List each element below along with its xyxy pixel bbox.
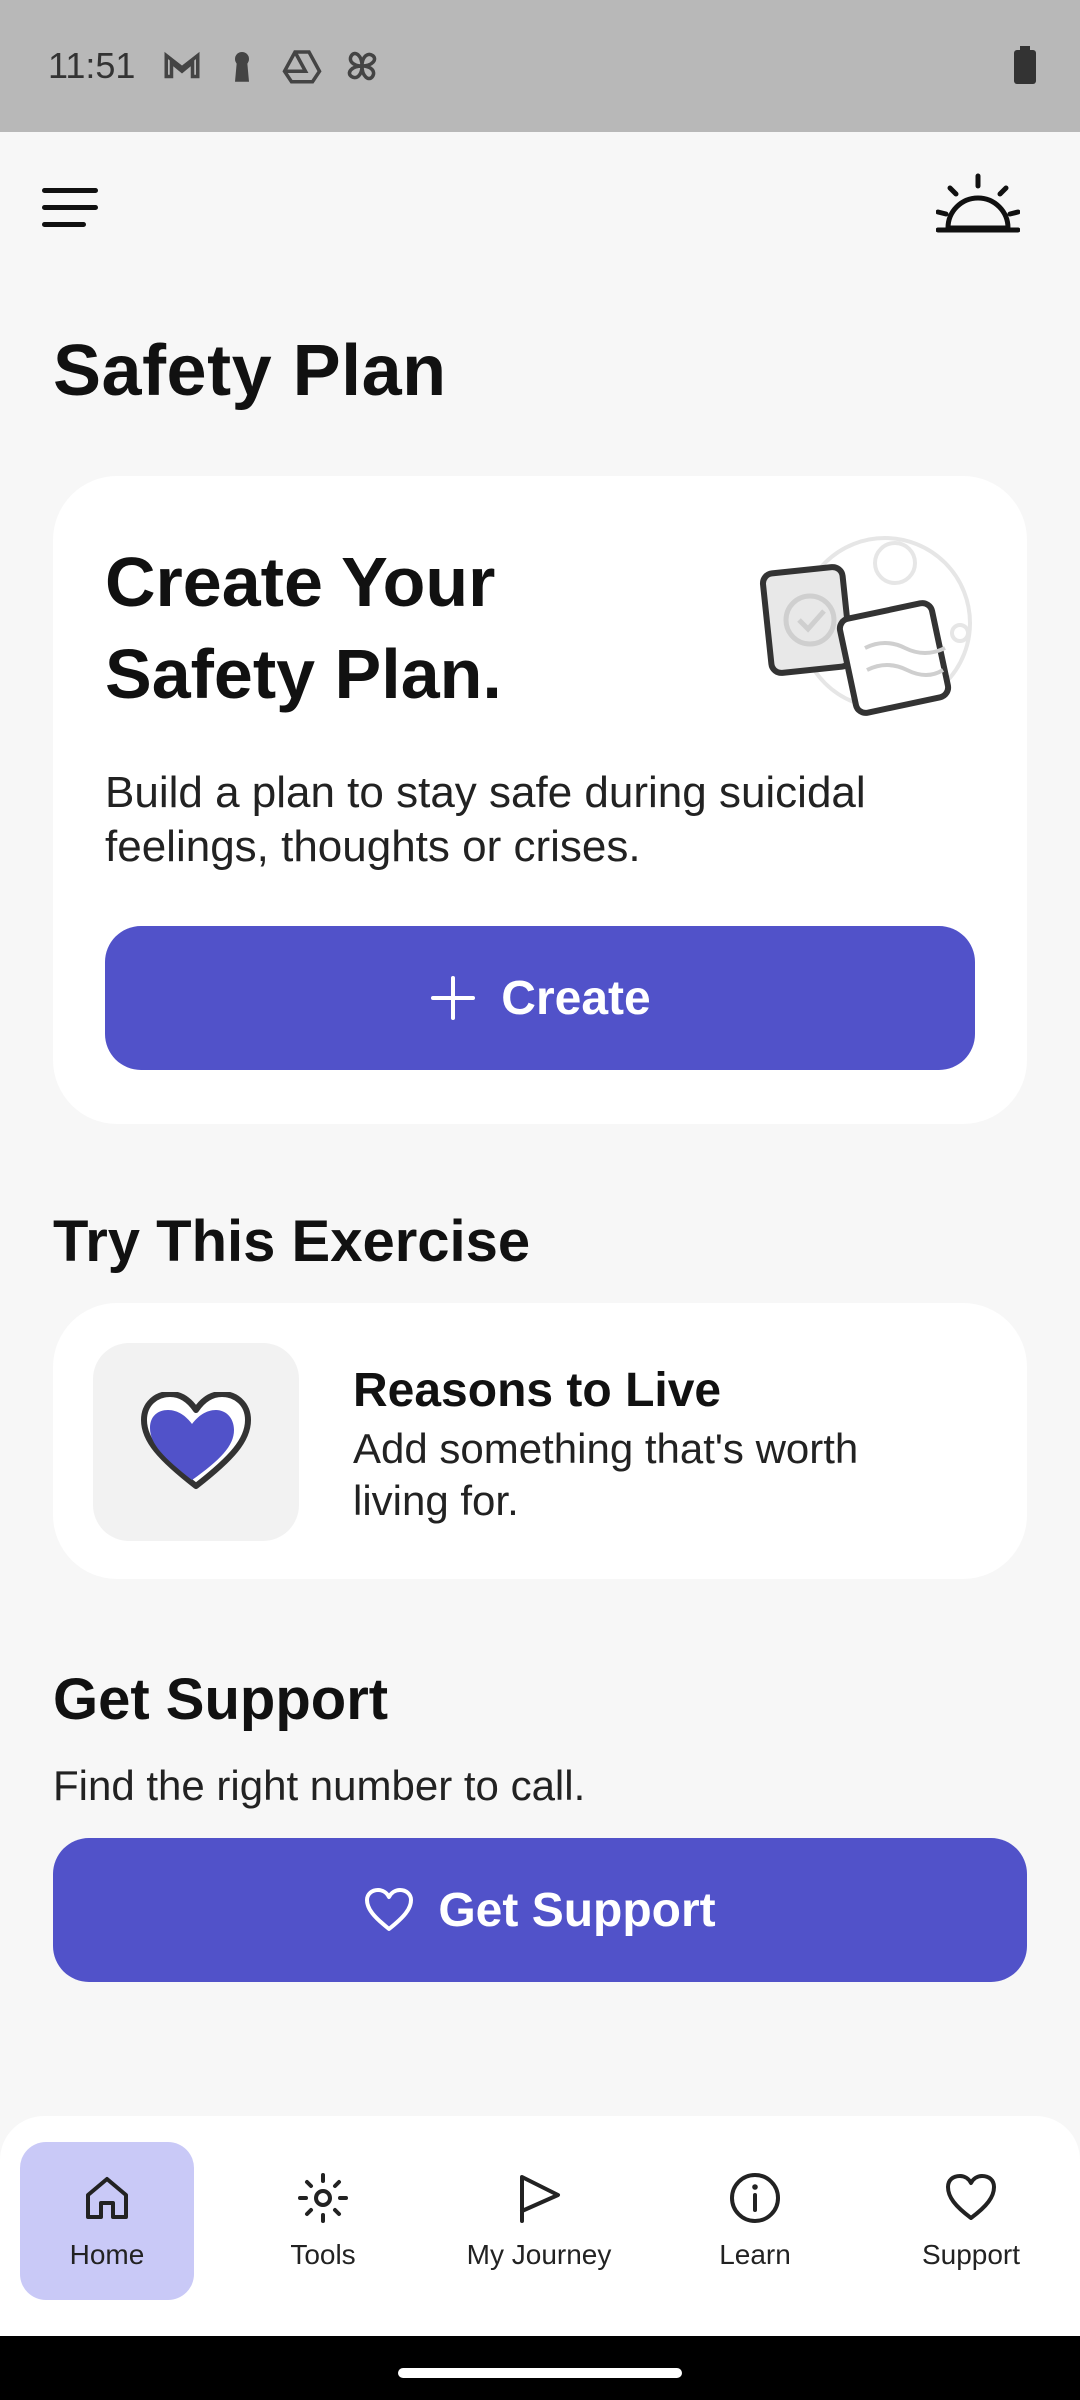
battery-icon	[1014, 46, 1036, 84]
nav-item-tools[interactable]: Tools	[236, 2142, 410, 2300]
get-support-button[interactable]: Get Support	[53, 1838, 1027, 1982]
create-card-heading-line2: Safety Plan.	[105, 635, 502, 713]
support-description: Find the right number to call.	[53, 1762, 586, 1809]
plus-icon	[431, 976, 476, 1020]
exercise-title: Reasons to Live	[353, 1364, 722, 1417]
bottom-navigation: Home Tools My Journey Learn Support	[0, 2116, 1080, 2336]
nav-item-my-journey[interactable]: My Journey	[452, 2142, 626, 2300]
nav-item-home[interactable]: Home	[20, 2142, 194, 2300]
create-button[interactable]: Create	[105, 926, 975, 1070]
notification-icons	[161, 45, 383, 87]
nav-label-my-journey: My Journey	[466, 2239, 612, 2270]
status-bar: 11:51	[0, 0, 1080, 132]
exercise-thumbnail	[93, 1343, 299, 1541]
nav-item-learn[interactable]: Learn	[668, 2142, 842, 2300]
get-support-button-label: Get Support	[438, 1883, 716, 1937]
menu-icon[interactable]	[40, 184, 102, 232]
heart-icon	[141, 1392, 251, 1489]
nav-label-home: Home	[69, 2239, 145, 2270]
safety-plan-illustration	[759, 536, 972, 716]
flag-icon	[520, 2175, 560, 2223]
drive-icon	[282, 50, 322, 84]
exercise-section-title: Try This Exercise	[53, 1209, 531, 1274]
home-icon	[86, 2177, 128, 2219]
status-time: 11:51	[48, 45, 136, 86]
create-card-heading: Create Your Safety Plan.	[105, 536, 625, 720]
sunrise-icon[interactable]	[936, 172, 1020, 240]
gmail-icon	[164, 51, 200, 79]
keyhole-icon	[235, 52, 250, 82]
nav-label-support: Support	[921, 2239, 1021, 2270]
page-title: Safety Plan	[53, 331, 447, 411]
create-button-label: Create	[501, 971, 651, 1025]
create-safety-plan-card: Create Your Safety Plan. Build a plan to…	[53, 476, 1027, 1124]
nav-item-support[interactable]: Support	[884, 2142, 1058, 2300]
exercise-description: Add something that's worth living for.	[353, 1425, 859, 1524]
info-icon	[730, 2173, 780, 2223]
create-card-description: Build a plan to stay safe during suicida…	[105, 768, 866, 871]
nav-label-tools: Tools	[290, 2239, 356, 2270]
heart-outline-icon	[365, 1888, 414, 1931]
create-card-heading-line1: Create Your	[105, 543, 496, 621]
app-bar	[0, 132, 1080, 282]
sun-icon	[298, 2173, 348, 2223]
support-section-title: Get Support	[53, 1667, 389, 1732]
pinwheel-icon	[348, 51, 377, 81]
nav-label-learn: Learn	[719, 2239, 791, 2270]
home-gesture-handle[interactable]	[398, 2368, 682, 2378]
heart-icon	[946, 2174, 996, 2220]
reasons-to-live-card[interactable]: Reasons to Live Add something that's wor…	[53, 1303, 1027, 1579]
